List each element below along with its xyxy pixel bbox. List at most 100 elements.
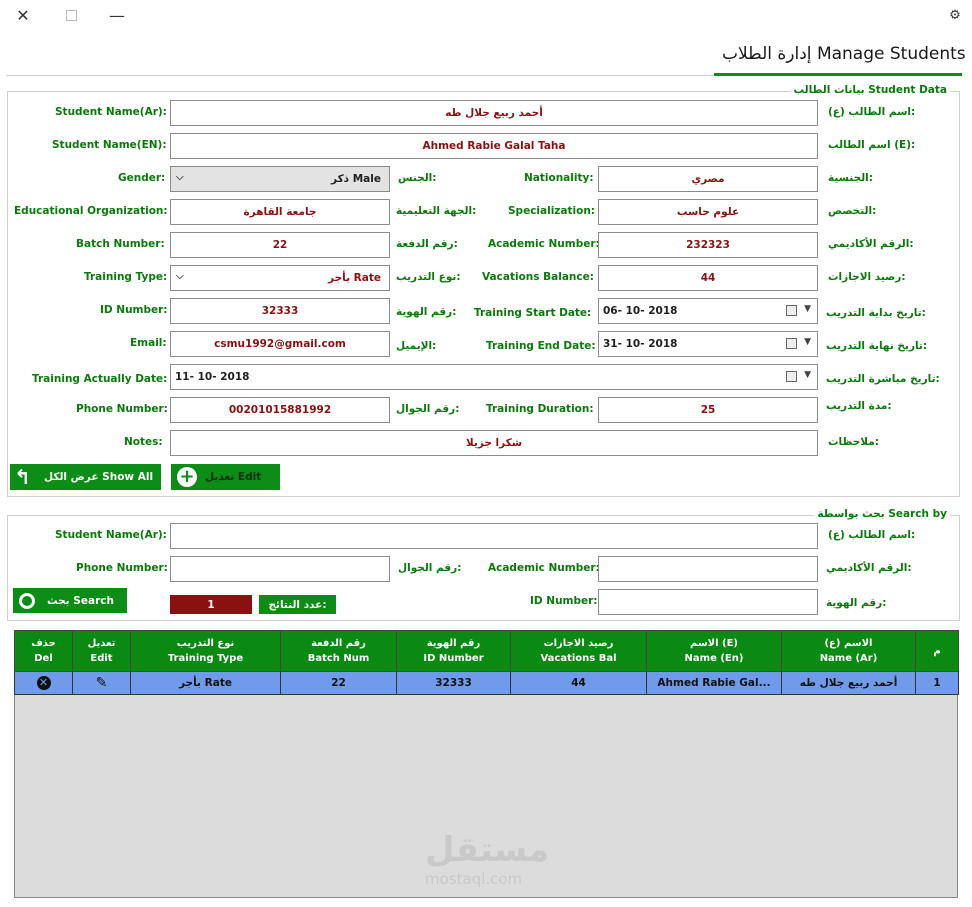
academic-label-en: Academic Number: [488, 238, 600, 250]
actual-date-label-ar: تاريخ مباشرة التدريب: [826, 373, 940, 385]
start-date-label-ar: تاريخ بداية التدريب: [826, 307, 926, 319]
header-edit[interactable]: تعديل Edit [72, 630, 131, 672]
header-del[interactable]: حذف Del [14, 630, 73, 672]
name-en-label-ar: اسم الطالب (E): [828, 139, 916, 151]
chevron-down-icon: ⌵ [176, 271, 184, 282]
name-ar-label-ar: اسم الطالب (ع): [828, 106, 916, 118]
batch-number-input[interactable]: 22 [170, 232, 390, 258]
training-type-label-en: Training Type: [84, 271, 168, 283]
search-academic-input[interactable] [598, 556, 818, 582]
search-phone-label-en: Phone Number: [76, 562, 168, 574]
edit-cell[interactable]: ✎ [72, 671, 131, 695]
email-input[interactable]: csmu1992@gmail.com [170, 331, 390, 357]
training-type-label-ar: نوع التدريب: [396, 271, 461, 283]
delete-icon[interactable]: ✕ [36, 676, 51, 690]
delete-cell[interactable]: ✕ [14, 671, 73, 695]
table-row[interactable]: ✕ ✎ بأجر Rate 22 32333 44 Ahmed Rabie Ga… [14, 671, 959, 695]
search-name-ar-label-ar: اسم الطالب (ع): [828, 529, 916, 541]
email-label-ar: الإيميل: [396, 340, 437, 352]
calendar-icon [786, 338, 797, 349]
results-count-label: عدد النتائج: [259, 595, 336, 614]
grid-header-row: حذف Del تعديل Edit نوع التدريب Training Typ… [14, 630, 959, 672]
header-name-en[interactable]: الاسم (E) Name (En) [646, 630, 782, 672]
search-button[interactable]: بحث Search [13, 588, 127, 613]
phone-label-en: Phone Number: [76, 403, 168, 415]
edit-icon[interactable]: ✎ [96, 675, 108, 691]
header-training-type[interactable]: نوع التدريب Training Type [130, 630, 281, 672]
header-vacations-bal[interactable]: رصيد الاجازات Vacations Bal [510, 630, 647, 672]
search-group-title: بحث بواسطة Search by [814, 508, 950, 520]
duration-label-ar: مدة التدريب: [826, 400, 892, 412]
student-name-ar-input[interactable]: أحمد ربيع جلال طه [170, 100, 818, 126]
vacations-cell: 44 [510, 671, 647, 695]
maximize-window-button[interactable] [60, 4, 82, 26]
header-batch-num[interactable]: رقم الدفعة Batch Num [280, 630, 397, 672]
plus-circle-icon: + [177, 467, 197, 487]
id-number-cell: 32333 [396, 671, 511, 695]
chevron-down-icon: ▼ [804, 370, 811, 380]
gender-label-en: Gender: [118, 172, 166, 184]
start-date-value: 06- 10- 2018 [603, 305, 678, 317]
training-type-select[interactable]: ⌵ بأجر Rate [170, 265, 390, 291]
nationality-input[interactable]: مصري [598, 166, 818, 192]
email-label-en: Email: [130, 337, 167, 349]
notes-label-en: Notes: [124, 436, 163, 448]
show-all-label: عرض الكل Show All [44, 471, 154, 483]
edit-label: تعديل Edit [205, 471, 262, 483]
training-start-date-picker[interactable]: 06- 10- 2018 ▼ [598, 298, 818, 324]
back-arrow-icon: ↰ [14, 465, 31, 489]
edit-button[interactable]: + تعديل Edit [171, 464, 280, 490]
search-academic-label-en: Academic Number: [488, 562, 600, 574]
search-academic-label-ar: الرقم الأكاديمي: [826, 562, 912, 574]
training-duration-input[interactable]: 25 [598, 397, 818, 423]
notes-input[interactable]: شكرا جزيلا [170, 430, 818, 456]
specialization-input[interactable]: علوم حاسب [598, 199, 818, 225]
gender-select[interactable]: ⌵ ذكر Male [170, 166, 390, 192]
chevron-down-icon: ▼ [804, 304, 811, 314]
gender-select-value: ذكر Male [331, 173, 381, 185]
organization-label-en: Educational Organization: [14, 205, 168, 217]
training-type-select-value: بأجر Rate [328, 272, 381, 284]
row-number-cell: 1 [915, 671, 959, 695]
name-ar-label-en: Student Name(Ar): [55, 106, 167, 118]
specialization-label-ar: التخصص: [828, 205, 877, 217]
header-row-number[interactable]: م [915, 630, 959, 672]
chevron-down-icon: ⌵ [176, 172, 184, 183]
phone-label-ar: رقم الجوال: [396, 403, 460, 415]
app-icon: ⚙ [949, 7, 961, 23]
name-en-label-en: Student Name(EN): [52, 139, 167, 151]
actual-date-value: 11- 10- 2018 [175, 371, 250, 383]
results-count: 1 [170, 595, 252, 614]
search-id-input[interactable] [598, 589, 818, 615]
search-phone-label-ar: رقم الجوال: [398, 562, 462, 574]
id-label-en: ID Number: [100, 304, 168, 316]
nationality-label-en: Nationality: [524, 172, 594, 184]
search-label: بحث Search [47, 594, 114, 607]
training-end-date-picker[interactable]: 31- 10- 2018 ▼ [598, 331, 818, 357]
name-en-cell: Ahmed Rabie Gal... [646, 671, 782, 695]
phone-number-input[interactable]: 00201015881992 [170, 397, 390, 423]
results-grid: حذف Del تعديل Edit نوع التدريب Training Typ… [14, 630, 959, 695]
start-date-label-en: Training Start Date: [474, 307, 592, 319]
specialization-label-en: Specialization: [508, 205, 596, 217]
id-label-ar: رقم الهوية: [396, 306, 457, 318]
close-window-button[interactable]: ✕ [12, 4, 34, 26]
search-student-name-ar-input[interactable] [170, 523, 818, 549]
show-all-button[interactable]: ↰ عرض الكل Show All [10, 464, 161, 490]
academic-number-input[interactable]: 232323 [598, 232, 818, 258]
vacations-balance-input[interactable]: 44 [598, 265, 818, 291]
organization-input[interactable]: جامعة القاهرة [170, 199, 390, 225]
id-number-input[interactable]: 32333 [170, 298, 390, 324]
header-id-number[interactable]: رقم الهوية ID Number [396, 630, 511, 672]
end-date-label-ar: تاريخ نهاية التدريب: [826, 340, 928, 352]
batch-label-en: Batch Number: [76, 238, 165, 250]
header-underline [714, 73, 962, 76]
minimize-window-button[interactable]: — [106, 4, 128, 26]
training-actual-date-picker[interactable]: 11- 10- 2018 ▼ [170, 364, 818, 390]
student-name-en-input[interactable]: Ahmed Rabie Galal Taha [170, 133, 818, 159]
chevron-down-icon: ▼ [804, 337, 811, 347]
search-id-label-en: ID Number: [530, 595, 598, 607]
calendar-icon [786, 305, 797, 316]
search-phone-input[interactable] [170, 556, 390, 582]
header-name-ar[interactable]: الاسم (ع) Name (Ar) [781, 630, 916, 672]
